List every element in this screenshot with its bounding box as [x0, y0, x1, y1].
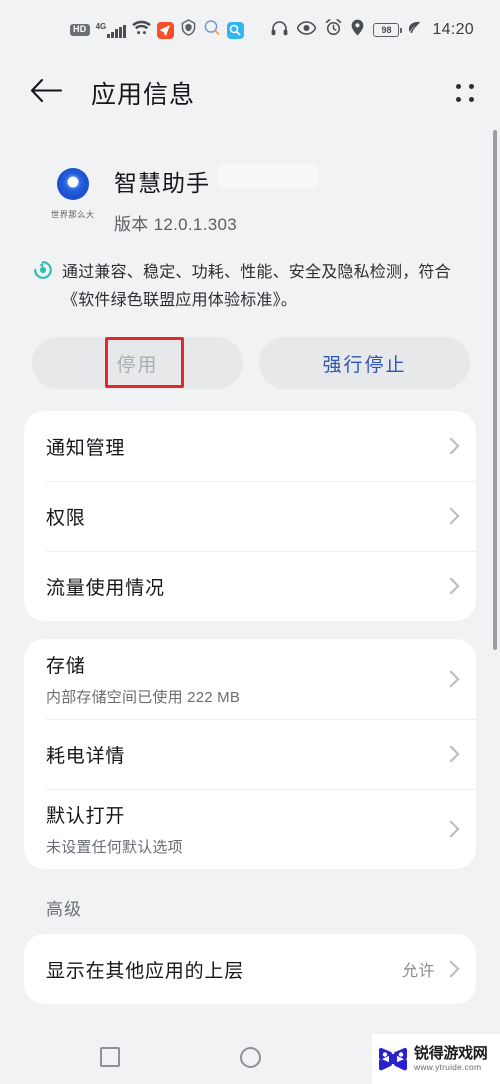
- settings-card-storage: 存储 内部存储空间已使用 222 MB 耗电详情 默认打开 未设置任何默认选项: [24, 639, 476, 869]
- force-stop-button[interactable]: 强行停止: [259, 337, 470, 389]
- row-texts: 通知管理: [46, 433, 445, 460]
- row-title: 耗电详情: [46, 745, 126, 767]
- disable-button[interactable]: 停用: [32, 337, 243, 389]
- row-title: 通知管理: [46, 437, 126, 459]
- watermark-site-url: www.ytruide.com: [414, 1062, 482, 1073]
- row-subtitle: 内部存储空间已使用 222 MB: [46, 689, 241, 706]
- network-type-label: 4G: [95, 22, 107, 31]
- chevron-right-icon: [445, 577, 456, 596]
- headphones-icon: [271, 20, 288, 41]
- app-identity-header: 世界那么大 智慧助手 版本 12.0.1.303: [18, 126, 482, 235]
- row-texts: 耗电详情: [46, 741, 445, 768]
- row-battery-details[interactable]: 耗电详情: [46, 719, 476, 789]
- row-subtitle: 未设置任何默认选项: [46, 839, 183, 856]
- redaction-smudge: [218, 164, 318, 188]
- alarm-clock-icon: [325, 19, 342, 41]
- battery-percent-label: 98: [381, 24, 392, 35]
- settings-card-advanced: 显示在其他应用的上层 允许: [24, 934, 476, 1004]
- app-icon-container: 世界那么大: [42, 168, 104, 221]
- chevron-right-icon: [445, 437, 456, 456]
- row-title: 权限: [46, 507, 86, 529]
- disable-button-wrap: 停用: [32, 337, 243, 389]
- row-display-over-other-apps[interactable]: 显示在其他应用的上层 允许: [46, 934, 456, 1004]
- chevron-right-icon: [445, 960, 456, 979]
- wifi-icon: [131, 20, 151, 40]
- row-open-by-default[interactable]: 默认打开 未设置任何默认选项: [46, 789, 476, 869]
- battery-indicator: 98: [373, 23, 403, 37]
- recents-square-icon[interactable]: [80, 1037, 140, 1077]
- chevron-right-icon: [445, 507, 456, 526]
- settings-card-basic: 通知管理 权限 流量使用情况: [24, 411, 476, 621]
- settings-scroll-area[interactable]: 世界那么大 智慧助手 版本 12.0.1.303 通过兼容、稳定、功耗、性能、安…: [0, 126, 500, 1030]
- row-title: 存储: [46, 656, 86, 677]
- action-buttons: 停用 强行停止: [18, 315, 482, 389]
- section-header-advanced: 高级: [46, 900, 82, 919]
- app-version-label: 版本 12.0.1.303: [114, 215, 237, 234]
- scrollbar[interactable]: [493, 130, 497, 650]
- bowtie-logo-icon: [376, 1047, 410, 1071]
- icon-watermark-label: 世界那么大: [51, 210, 95, 220]
- status-bar-clock: 14:20: [432, 21, 474, 38]
- phone-screen: HD 4G 98 14:20 应用信息 世界那么大 智慧助手 版本 12.0.1…: [0, 0, 500, 1084]
- row-texts: 权限: [46, 503, 445, 530]
- row-title: 显示在其他应用的上层: [46, 960, 245, 982]
- row-notification-management[interactable]: 通知管理: [46, 411, 456, 481]
- smart-assistant-app-icon: [57, 168, 89, 200]
- watermark-texts: 锐得游戏网 www.ytruide.com: [414, 1044, 488, 1073]
- chevron-right-icon: [445, 670, 456, 689]
- row-data-usage[interactable]: 流量使用情况: [46, 551, 476, 621]
- row-texts: 流量使用情况: [46, 573, 445, 600]
- watermark-site-name: 锐得游戏网: [414, 1044, 488, 1062]
- site-watermark: 锐得游戏网 www.ytruide.com: [372, 1034, 500, 1084]
- status-bar-left-icons: HD 4G: [70, 19, 244, 41]
- chevron-right-icon: [445, 745, 456, 764]
- row-texts: 显示在其他应用的上层: [46, 956, 402, 983]
- page-title: 应用信息: [91, 81, 196, 109]
- scrollbar-thumb[interactable]: [493, 130, 497, 650]
- home-circle-icon[interactable]: [220, 1037, 280, 1077]
- app-name-label: 智慧助手: [114, 170, 210, 196]
- app-bar: 应用信息: [0, 60, 500, 126]
- location-pin-icon: [351, 19, 364, 41]
- row-storage[interactable]: 存储 内部存储空间已使用 222 MB: [46, 639, 456, 719]
- green-alliance-cert-icon: [34, 261, 52, 279]
- four-dots-menu-icon[interactable]: [456, 84, 474, 102]
- row-title: 流量使用情况: [46, 577, 165, 599]
- leaf-power-saving-icon: [408, 21, 421, 39]
- back-arrow-icon[interactable]: [30, 78, 63, 108]
- row-value: 允许: [401, 963, 435, 980]
- status-bar: HD 4G 98 14:20: [0, 0, 500, 60]
- navigation-arrow-icon: [156, 21, 174, 39]
- certification-note: 通过兼容、稳定、功耗、性能、安全及隐私检测，符合《软件绿色联盟应用体验标准》。: [18, 235, 482, 315]
- status-bar-right-icons: 98 14:20: [271, 19, 474, 41]
- chevron-right-icon: [445, 820, 456, 839]
- row-texts: 默认打开 未设置任何默认选项: [46, 801, 445, 857]
- shield-icon: [180, 19, 197, 41]
- row-permissions[interactable]: 权限: [46, 481, 476, 551]
- eye-comfort-icon: [297, 20, 317, 40]
- search-icon: [226, 21, 244, 39]
- system-navigation-bar: 锐得游戏网 www.ytruide.com: [0, 1030, 500, 1084]
- row-texts: 存储 内部存储空间已使用 222 MB: [46, 651, 445, 707]
- certification-text: 通过兼容、稳定、功耗、性能、安全及隐私检测，符合《软件绿色联盟应用体验标准》。: [62, 264, 451, 309]
- signal-bars-icon: 4G: [96, 22, 126, 38]
- app-meta: 智慧助手 版本 12.0.1.303: [114, 162, 318, 235]
- row-title: 默认打开: [46, 806, 126, 827]
- search-bubble-icon: [203, 19, 221, 41]
- hd-badge: HD: [70, 24, 90, 36]
